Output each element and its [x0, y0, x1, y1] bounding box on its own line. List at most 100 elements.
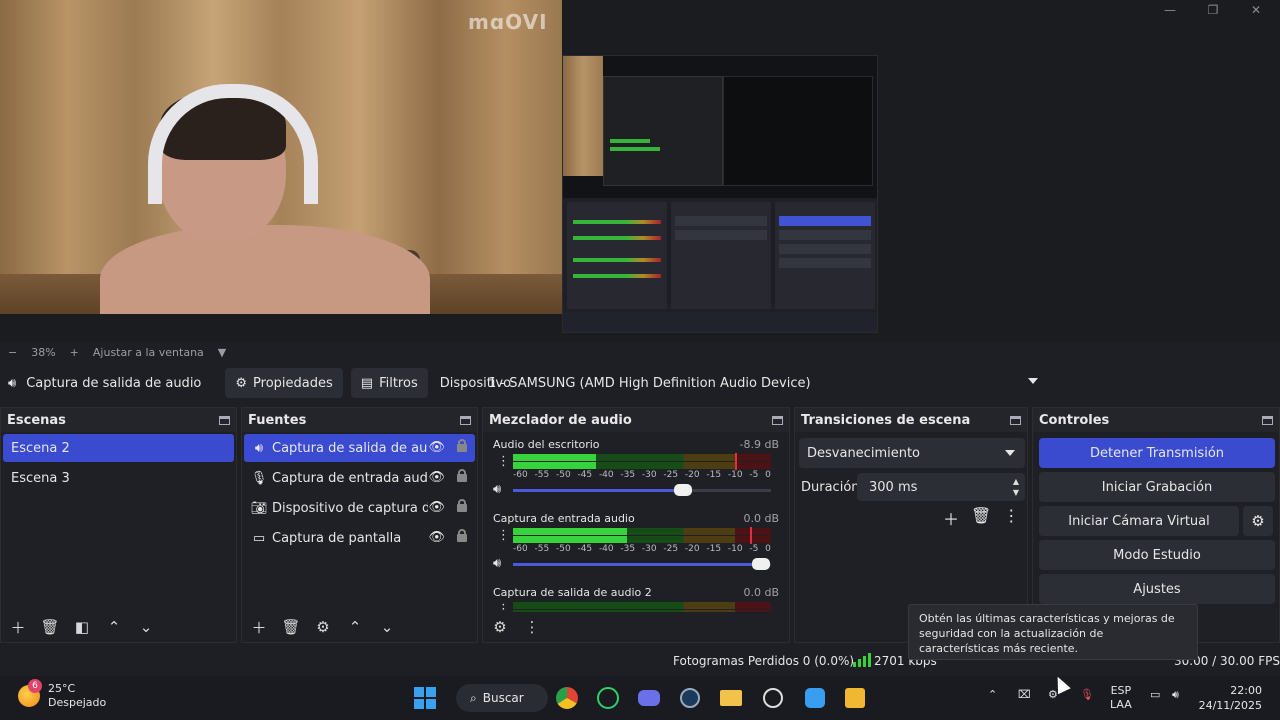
- trash-icon[interactable]: 🗑︎: [40, 618, 59, 636]
- start-recording-button[interactable]: Iniciar Grabación: [1039, 472, 1275, 502]
- device-select[interactable]: 1 - SAMSUNG (AMD High Definition Audio D…: [478, 368, 1046, 398]
- weather-widget[interactable]: 6 25°C Despejado: [18, 679, 106, 710]
- pinned-app[interactable]: [840, 683, 870, 713]
- windows-start-button[interactable]: [410, 683, 440, 713]
- microphone-icon: 🎙︎: [250, 470, 268, 486]
- file-explorer-app[interactable]: [716, 683, 746, 713]
- scenes-title: Escenas: [7, 412, 66, 428]
- chevron-down-icon[interactable]: ▼: [218, 346, 226, 359]
- chrome-app[interactable]: [552, 683, 582, 713]
- maximize-button[interactable]: ❐: [1191, 0, 1235, 20]
- volume-icon[interactable]: 🔊︎: [1172, 688, 1179, 702]
- nested-bar: [573, 220, 661, 224]
- eye-icon[interactable]: 👁︎: [428, 530, 445, 545]
- spinner-icon[interactable]: ▲ ▼: [1013, 476, 1019, 498]
- discord-app[interactable]: [634, 683, 664, 713]
- slider-knob[interactable]: [674, 484, 693, 496]
- scene-item[interactable]: Escena 3: [3, 464, 234, 492]
- volume-meter: [513, 527, 771, 536]
- trash-icon[interactable]: 🗑︎: [971, 506, 991, 530]
- studio-mode-button[interactable]: Modo Estudio: [1039, 540, 1275, 570]
- kebab-menu-icon[interactable]: ⋮: [1003, 506, 1019, 530]
- lock-icon[interactable]: [457, 499, 467, 512]
- source-item[interactable]: 🎙︎ Captura de entrada audio 👁︎: [244, 464, 475, 492]
- steam-app[interactable]: [675, 683, 705, 713]
- fit-window-label[interactable]: Ajustar a la ventana: [93, 346, 204, 359]
- transition-select[interactable]: Desvanecimiento: [799, 438, 1025, 468]
- add-icon[interactable]: ＋: [250, 618, 268, 637]
- taskbar-search[interactable]: ⌕ Buscar: [456, 684, 548, 712]
- close-button[interactable]: ✕: [1234, 0, 1278, 20]
- track-name: Captura de entrada audio: [493, 512, 635, 525]
- whatsapp-app[interactable]: [593, 683, 623, 713]
- minimize-button[interactable]: —: [1148, 0, 1192, 20]
- undock-icon[interactable]: [1262, 415, 1273, 425]
- arrow-up-icon[interactable]: ⌃: [105, 618, 123, 636]
- speaker-icon[interactable]: 🔊︎: [493, 482, 501, 497]
- nested-taskbar: [563, 312, 877, 332]
- eye-icon[interactable]: 👁︎: [428, 470, 445, 485]
- zoom-out-button[interactable]: −: [8, 346, 17, 359]
- taskbar-clock[interactable]: 22:00 24/11/2025: [1199, 683, 1262, 713]
- sources-dock-title: Fuentes: [242, 408, 477, 432]
- volume-meter: [513, 453, 771, 462]
- messaging-app[interactable]: [800, 683, 830, 713]
- screen-capture-source: [562, 55, 878, 333]
- slider-knob[interactable]: [751, 558, 770, 570]
- display-icon[interactable]: ▭: [1150, 688, 1160, 702]
- zoom-in-button[interactable]: +: [70, 346, 79, 359]
- eye-icon[interactable]: 👁︎: [428, 440, 445, 455]
- arrow-up-icon[interactable]: ⌃: [346, 618, 364, 636]
- filters-button[interactable]: ▤ Filtros: [350, 368, 428, 398]
- eye-icon[interactable]: 👁︎: [428, 500, 445, 515]
- chevron-up-icon[interactable]: ⌃: [988, 688, 997, 702]
- add-icon[interactable]: ＋: [9, 618, 27, 637]
- properties-button[interactable]: ⚙ Propiedades: [225, 368, 343, 398]
- nested-controls: [775, 202, 875, 309]
- preview-canvas[interactable]: mɑOVI: [0, 0, 1280, 342]
- tick-label: -45: [577, 470, 593, 480]
- undock-icon[interactable]: [460, 415, 471, 425]
- language-indicator[interactable]: ESP LAA: [1110, 684, 1132, 712]
- undock-icon[interactable]: [219, 415, 230, 425]
- microphone-icon[interactable]: 🎙︎: [1080, 688, 1094, 702]
- add-icon[interactable]: ＋: [943, 506, 959, 530]
- kebab-menu-icon[interactable]: ⋮: [523, 618, 541, 636]
- temperature: 25°C: [48, 682, 76, 695]
- volume-slider[interactable]: [513, 558, 771, 570]
- source-item[interactable]: 📷︎ Dispositivo de captura de v 👁︎: [244, 494, 475, 522]
- advanced-audio-icon[interactable]: ⚙: [491, 618, 509, 636]
- trash-icon[interactable]: 🗑︎: [281, 618, 300, 636]
- stop-stream-button[interactable]: Detener Transmisión: [1039, 438, 1275, 468]
- filter-icon[interactable]: ◧: [73, 618, 91, 636]
- virtual-camera-settings-button[interactable]: ⚙: [1243, 506, 1273, 536]
- start-virtual-camera-button[interactable]: Iniciar Cámara Virtual: [1039, 506, 1239, 536]
- duration-input[interactable]: 300 ms ▲ ▼: [857, 473, 1025, 501]
- source-item[interactable]: ▭ Captura de pantalla 👁︎: [244, 524, 475, 552]
- source-item[interactable]: 🔊︎ Captura de salida de audio 👁︎: [244, 434, 475, 462]
- obs-app[interactable]: [758, 683, 788, 713]
- source-label: Dispositivo de captura de v: [272, 500, 428, 516]
- device-value: 1 - SAMSUNG (AMD High Definition Audio D…: [488, 375, 811, 391]
- lock-icon[interactable]: [457, 469, 467, 482]
- gear-icon[interactable]: ⚙: [314, 618, 332, 636]
- arrow-down-icon[interactable]: ⌄: [137, 618, 155, 636]
- lock-icon[interactable]: [457, 439, 467, 452]
- speaker-icon[interactable]: 🔊︎: [493, 556, 501, 571]
- kebab-menu-icon[interactable]: ⋮: [497, 529, 510, 542]
- arrow-down-icon[interactable]: ⌄: [378, 618, 396, 636]
- speaker-icon: 🔊︎: [254, 440, 264, 456]
- lock-icon[interactable]: [457, 529, 467, 542]
- transitions-dock-title: Transiciones de escena: [795, 408, 1027, 432]
- scene-item[interactable]: Escena 2: [3, 434, 234, 462]
- app-icon: [845, 688, 865, 708]
- kebab-menu-icon[interactable]: ⋮: [497, 455, 510, 468]
- selected-source-label: 🔊︎ Captura de salida de audio: [8, 376, 217, 391]
- windows-taskbar: 6 25°C Despejado ⌕ Buscar ⌃ ⌧ ⚙ 🎙︎ ESP L…: [0, 676, 1280, 720]
- network-icon[interactable]: ⌧: [1018, 688, 1031, 702]
- settings-button[interactable]: Ajustes: [1039, 574, 1275, 604]
- undock-icon[interactable]: [1010, 415, 1021, 425]
- stream-watermark: mɑOVI: [468, 10, 548, 34]
- volume-slider[interactable]: [513, 484, 771, 496]
- mixer-track: Captura de salida de audio 2 0.0 dB ⋮: [483, 580, 789, 614]
